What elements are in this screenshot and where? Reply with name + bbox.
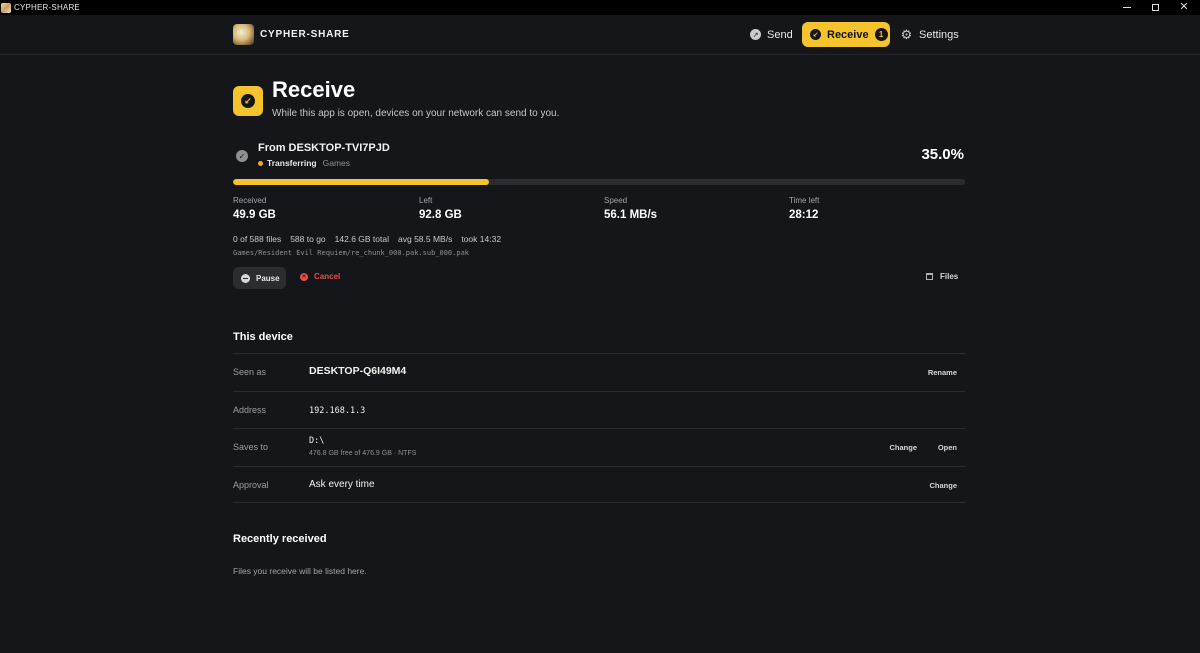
restore-button[interactable] — [1141, 0, 1169, 15]
nav-receive[interactable]: ↙ Receive 1 — [802, 22, 890, 47]
device-row-saves-to: Saves to D:\ 476.8 GB free of 476.9 GB ·… — [233, 428, 965, 466]
window-title: CYPHER-SHARE — [14, 3, 80, 12]
pause-button[interactable]: Pause — [233, 267, 286, 289]
cancel-button[interactable]: ✕ Cancel — [300, 272, 340, 281]
gear-icon: ⚙ — [900, 26, 913, 42]
restore-icon — [1151, 4, 1159, 11]
row-label: Saves to — [233, 442, 269, 452]
cancel-label: Cancel — [314, 272, 341, 281]
receive-count-badge: 1 — [874, 28, 888, 41]
files-label: Files — [940, 272, 959, 281]
section-title-device: This device — [233, 331, 293, 343]
device-settings-table: Seen as DESKTOP-Q6I49M4 Rename Address 1… — [233, 353, 965, 503]
check-icon: ✓ — [236, 150, 248, 162]
transfer-progress-bar — [233, 179, 965, 185]
receive-hero-icon: ↙ — [233, 86, 263, 116]
change-save-path-button[interactable]: Change — [889, 443, 917, 452]
nav-receive-label: Receive — [827, 28, 869, 41]
approval-mode: Ask every time — [309, 478, 375, 490]
meta-total: 142.6 GB total — [334, 234, 389, 244]
stat-left: Left 92.8 GB — [419, 196, 462, 221]
receive-icon: ↙ — [810, 29, 821, 40]
section-title-recent: Recently received — [233, 533, 327, 545]
meta-avg: avg 58.5 MB/s — [398, 234, 453, 244]
window-titlebar: CYPHER-SHARE ✕ — [0, 0, 1200, 15]
pause-label: Pause — [256, 273, 280, 283]
device-row-approval: Approval Ask every time Change — [233, 465, 965, 503]
transfer-source: From DESKTOP-TVI7PJD — [258, 142, 390, 154]
stat-value: 28:12 — [789, 209, 819, 221]
stat-time-left: Time left 28:12 — [789, 196, 819, 221]
change-approval-button[interactable]: Change — [929, 481, 957, 490]
nav-settings-label: Settings — [919, 28, 959, 41]
status-dot — [258, 160, 263, 166]
cancel-icon: ✕ — [300, 272, 308, 281]
list-icon — [926, 273, 933, 280]
files-button[interactable]: Files — [926, 272, 958, 281]
nav-send-label: Send — [767, 28, 793, 41]
row-label: Seen as — [233, 367, 267, 377]
stat-label: Received — [233, 196, 267, 205]
brand: CYPHER-SHARE — [233, 24, 350, 45]
meta-took: took 14:32 — [461, 234, 502, 244]
transfer-meta: 0 of 588 files 588 to go 142.6 GB total … — [233, 234, 510, 244]
send-icon: ↗ — [750, 29, 761, 40]
stat-speed: Speed 56.1 MB/s — [604, 196, 657, 221]
disk-space-info: 476.8 GB free of 476.9 GB · NTFS — [309, 450, 417, 457]
minimize-button[interactable] — [1113, 0, 1141, 15]
nav-settings[interactable]: ⚙ Settings — [894, 22, 964, 47]
app-icon — [1, 2, 11, 13]
minimize-icon — [1123, 7, 1131, 8]
stat-received: Received 49.9 GB — [233, 196, 276, 221]
row-label: Address — [233, 404, 267, 415]
device-row-address: Address 192.168.1.3 — [233, 390, 965, 429]
save-path: D:\ — [309, 436, 325, 446]
pause-icon — [241, 273, 250, 283]
current-file-path: Games/Resident Evil Requiem/re_chunk_000… — [233, 249, 470, 257]
meta-files: 0 of 588 files — [233, 234, 282, 244]
stat-label: Time left — [789, 196, 820, 205]
brand-logo — [233, 24, 254, 45]
arrow-down-left-icon: ↙ — [241, 94, 255, 108]
page-subtitle: While this app is open, devices on your … — [272, 108, 560, 119]
transfer-percent: 35.0% — [921, 146, 964, 163]
progress-fill — [233, 179, 490, 185]
nav-send[interactable]: ↗ Send — [744, 22, 796, 47]
status-text: Transferring — [267, 158, 317, 168]
stat-value: 56.1 MB/s — [604, 209, 658, 221]
stat-value: 49.9 GB — [233, 209, 276, 221]
close-window-button[interactable]: ✕ — [1170, 0, 1198, 15]
device-name: DESKTOP-Q6I49M4 — [309, 365, 407, 377]
page-title: Receive — [272, 77, 356, 102]
device-row-seen-as: Seen as DESKTOP-Q6I49M4 Rename — [233, 353, 965, 391]
close-icon: ✕ — [1179, 1, 1189, 13]
row-label: Approval — [233, 479, 269, 490]
device-address: 192.168.1.3 — [309, 405, 366, 416]
transfer-category: Games — [322, 158, 351, 168]
rename-button[interactable]: Rename — [928, 368, 957, 377]
app-header: CYPHER-SHARE ↗ Send ↙ Receive 1 ⚙ Settin… — [0, 15, 1200, 55]
stat-label: Speed — [604, 196, 628, 205]
transfer-status: Transferring Games — [258, 158, 350, 168]
stat-label: Left — [419, 196, 433, 205]
brand-name: CYPHER-SHARE — [260, 29, 350, 40]
meta-to-go: 588 to go — [290, 234, 326, 244]
stat-value: 92.8 GB — [419, 209, 462, 221]
open-folder-button[interactable]: Open — [938, 443, 957, 452]
recent-empty-state: Files you receive will be listed here. — [233, 566, 367, 576]
